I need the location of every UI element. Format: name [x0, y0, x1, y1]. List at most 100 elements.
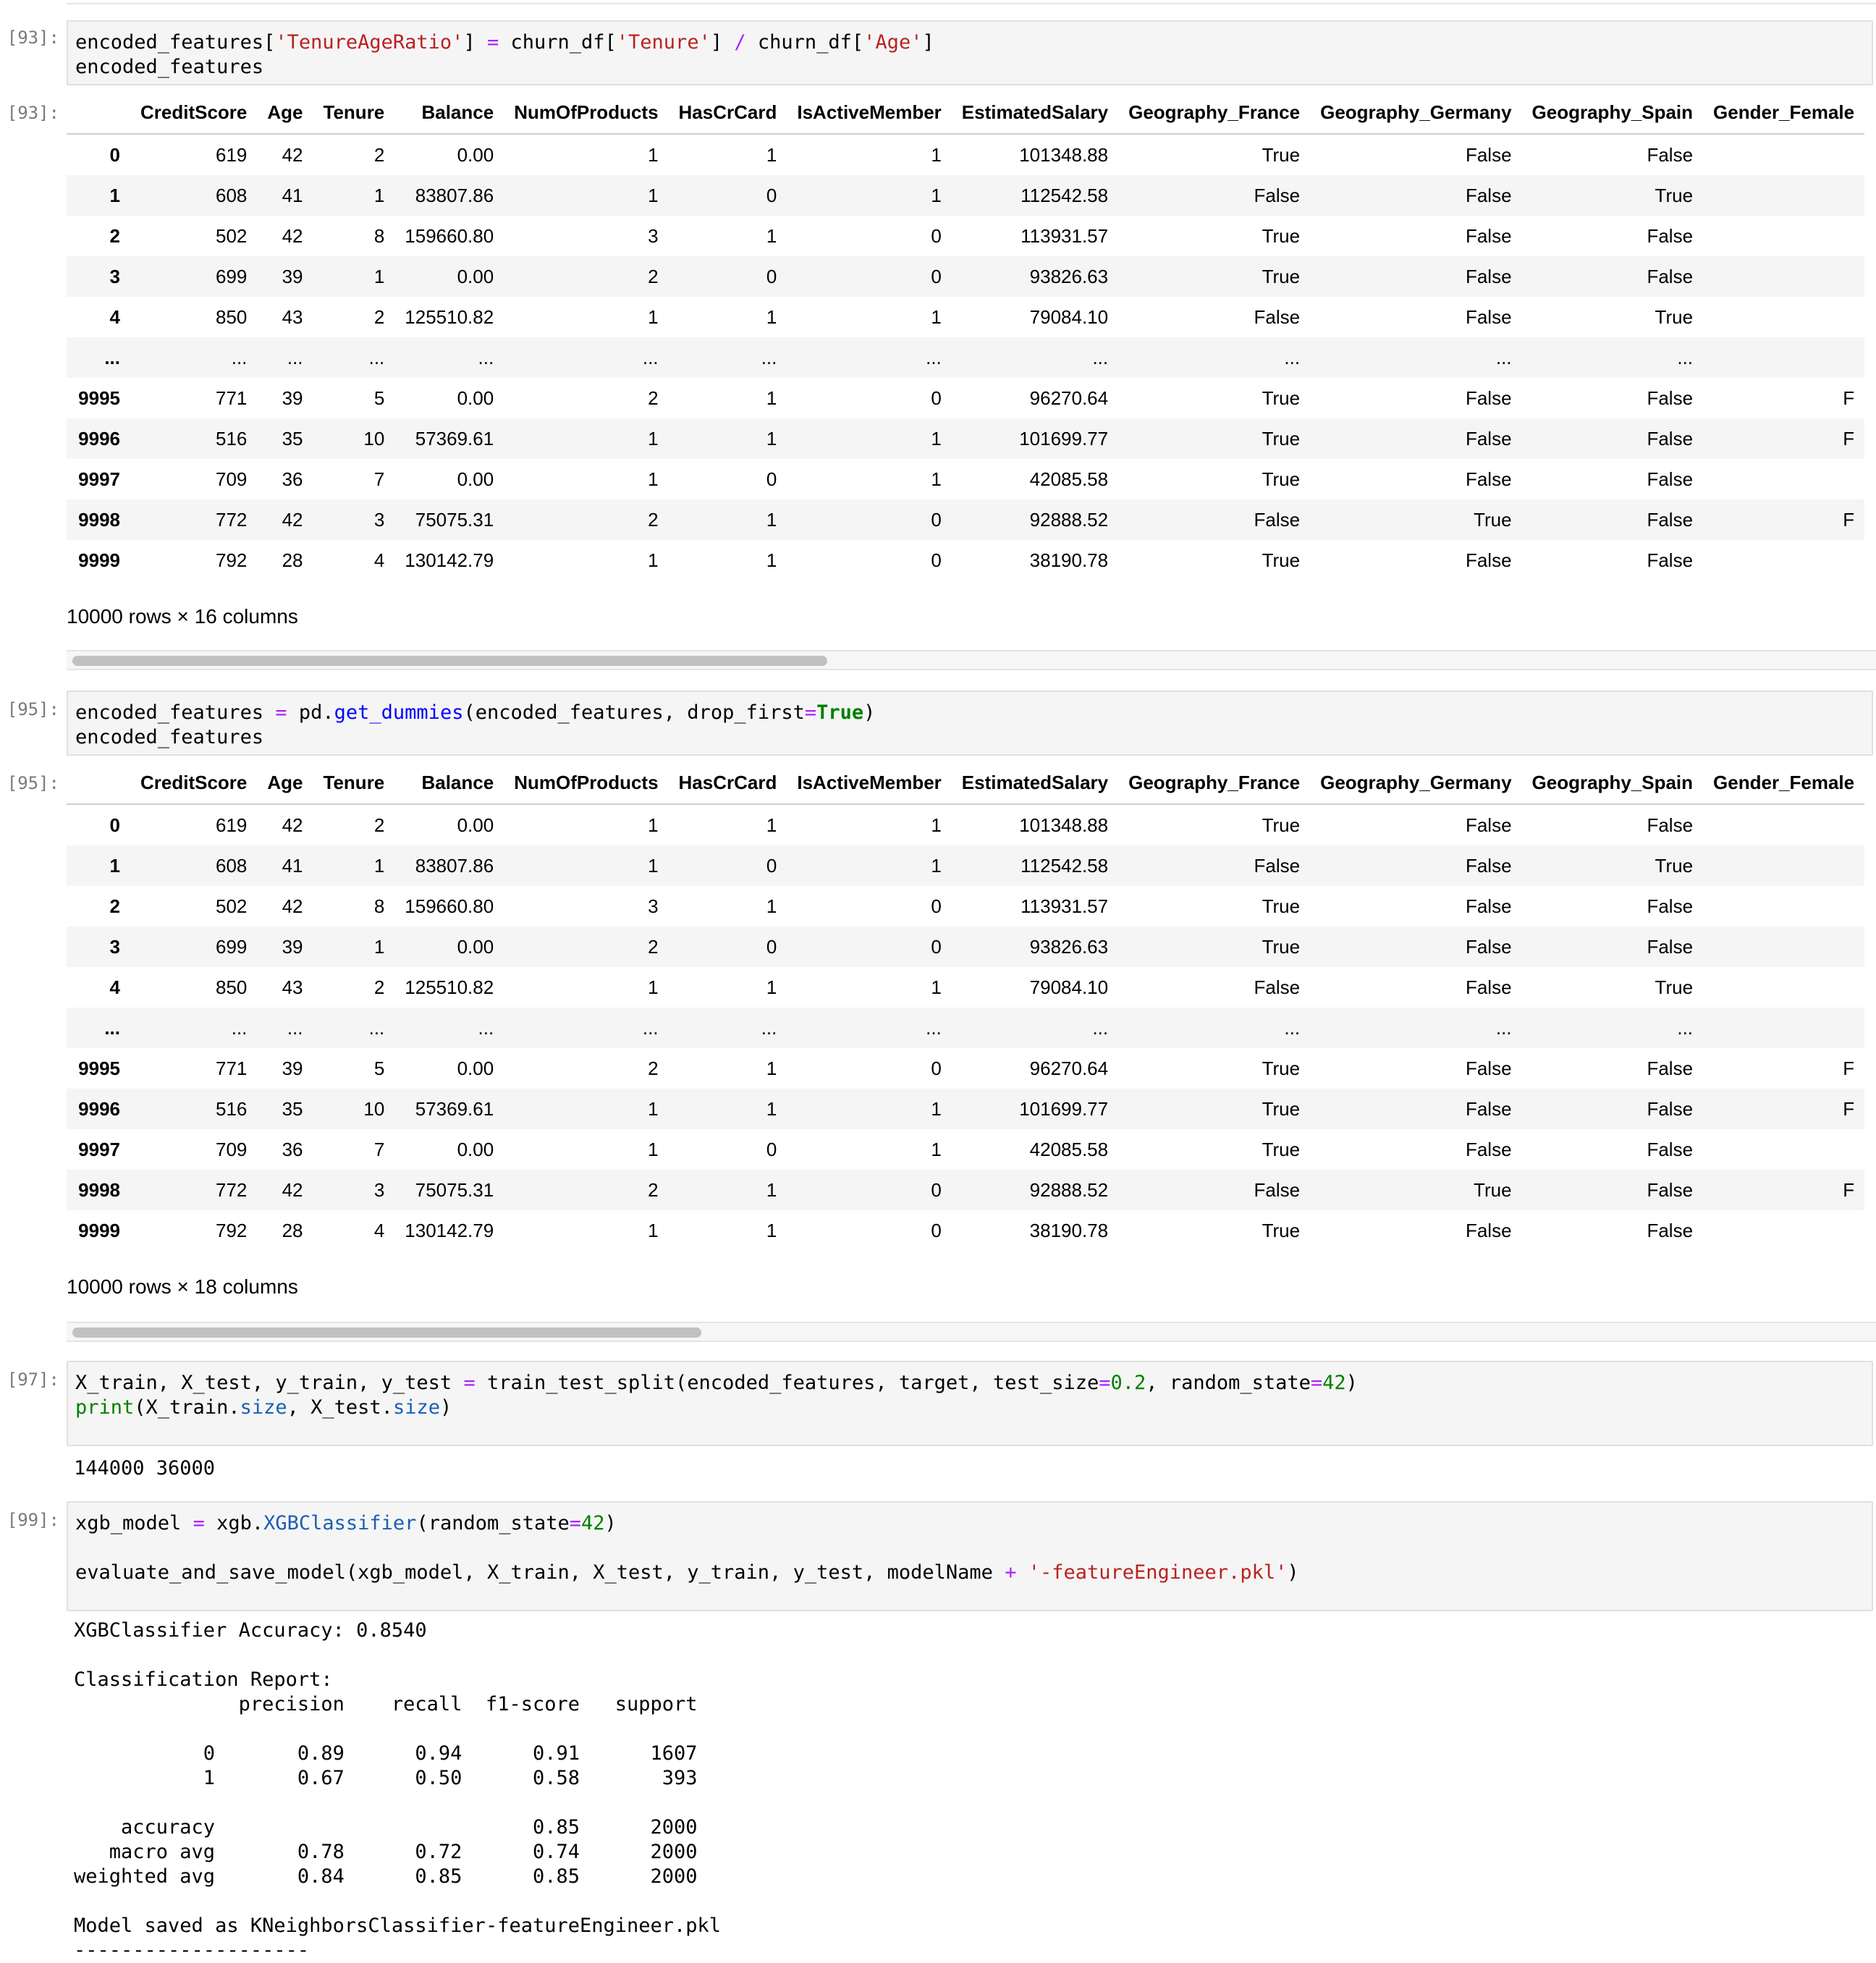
table-cell: 1 [766, 1057, 777, 1079]
column-header: CreditScore [130, 761, 258, 805]
table-cell: 1 [766, 1178, 777, 1201]
table-cell: ... [926, 1016, 942, 1039]
code-cell-93[interactable]: encoded_features['TenureAgeRatio'] = chu… [67, 20, 1873, 85]
table-row: 0 619 42 2 0.00 1 1 1 101348.88 True False False [67, 804, 1864, 845]
row-index: 9995 [78, 387, 120, 409]
table-row: 9997 709 36 7 0.00 1 0 1 42085.58 True False False [67, 1129, 1864, 1170]
table-cell: True [1262, 1138, 1301, 1160]
table-cell: 96270.64 [1029, 1057, 1109, 1079]
table-row: 9995 771 39 5 0.00 2 1 0 96270.64 True False False F [67, 378, 1864, 418]
table-cell [1703, 804, 1864, 845]
table-cell: ... [1677, 1016, 1694, 1039]
row-index: 0 [109, 814, 120, 836]
code-token: 42 [581, 1512, 605, 1534]
code-token: 42 [1322, 1372, 1346, 1394]
table-cell: 0 [766, 184, 777, 206]
table-cell: False [1465, 1097, 1512, 1120]
horizontal-scrollbar[interactable] [67, 650, 1876, 670]
code-token: , X_test. [287, 1396, 393, 1419]
table-cell: 0 [931, 1178, 942, 1201]
table-cell: ... [287, 1016, 303, 1039]
table-cell: False [1647, 508, 1694, 531]
table-cell: 2 [373, 976, 385, 998]
table-cell [1703, 926, 1864, 967]
table-cell: 41 [282, 184, 303, 206]
table-cell: False [1254, 854, 1301, 877]
scrollbar-thumb[interactable] [72, 1327, 701, 1338]
table-cell: 1 [931, 1138, 942, 1160]
top-divider [67, 3, 1876, 4]
table-cell: 502 [216, 895, 248, 917]
table-cell: 1 [648, 1138, 659, 1160]
row-index: 2 [109, 224, 120, 247]
table-cell: ... [1284, 346, 1301, 368]
table-cell: 608 [216, 184, 248, 206]
column-header: CreditScore [130, 91, 258, 135]
table-cell: 1 [931, 143, 942, 166]
table-cell: 1 [648, 143, 659, 166]
table-cell: 1 [766, 814, 777, 836]
table-cell: 159660.80 [405, 224, 494, 247]
code-token: = [804, 701, 817, 724]
table-cell: 43 [282, 976, 303, 998]
table-cell: 699 [216, 265, 248, 287]
code-token: ] [710, 31, 735, 54]
table-cell: 1 [648, 468, 659, 490]
table-row: 0 619 42 2 0.00 1 1 1 101348.88 True False False [67, 134, 1864, 175]
table-cell: False [1465, 1219, 1512, 1241]
code-token: pd. [287, 701, 334, 724]
code-cell-95[interactable]: encoded_features = pd.get_dummies(encode… [67, 691, 1873, 756]
row-index: 9995 [78, 1057, 120, 1079]
code-token: ] [463, 31, 487, 54]
table-cell: 28 [282, 549, 303, 571]
table-cell: ... [761, 1016, 777, 1039]
table-cell: 7 [373, 1138, 385, 1160]
table-cell: 1 [931, 468, 942, 490]
table-cell: 772 [216, 508, 248, 531]
table-cell: 0.00 [457, 468, 494, 490]
table-cell: 3 [373, 1178, 385, 1201]
table-cell: 0.00 [457, 387, 494, 409]
table-cell: 0 [931, 508, 942, 531]
column-header: HasCrCard [668, 761, 787, 805]
table-cell: False [1254, 508, 1301, 531]
table-cell: 42 [282, 508, 303, 531]
column-header: EstimatedSalary [951, 91, 1119, 135]
table-cell: 2 [648, 1057, 659, 1079]
code-token: xgb_model [75, 1512, 193, 1534]
table-row: 9998 772 42 3 75075.31 2 1 0 92888.52 False True Fa… [67, 499, 1865, 540]
column-header: EstimatedSalary [951, 761, 1119, 805]
code-cell-99[interactable]: xgb_model = xgb.XGBClassifier(random_sta… [67, 1501, 1873, 1611]
table-cell: 39 [282, 1057, 303, 1079]
table-cell: 5 [373, 387, 385, 409]
code-cell-97[interactable]: X_train, X_test, y_train, y_test = train… [67, 1361, 1873, 1446]
scrollbar-thumb[interactable] [72, 656, 827, 666]
table-cell: 0 [931, 224, 942, 247]
row-index: 9998 [78, 1178, 120, 1201]
code-editor[interactable]: encoded_features = pd.get_dummies(encode… [68, 692, 1872, 759]
code-editor[interactable]: encoded_features['TenureAgeRatio'] = chu… [68, 22, 1872, 88]
table-cell: False [1647, 1097, 1694, 1120]
table-cell: 4 [373, 1219, 385, 1241]
table-cell: ... [231, 1016, 248, 1039]
code-token: encoded_features[ [75, 31, 276, 54]
code-editor[interactable]: xgb_model = xgb.XGBClassifier(random_sta… [68, 1503, 1872, 1594]
code-token: = [569, 1512, 582, 1534]
table-cell: 3 [648, 224, 659, 247]
column-header: Tenure [313, 91, 395, 135]
table-row: 4 850 43 2 125510.82 1 1 1 79084.10 False False Tru… [67, 967, 1864, 1008]
table-cell: 1 [373, 265, 385, 287]
horizontal-scrollbar[interactable] [67, 1322, 1876, 1342]
code-token: (random_state [416, 1512, 570, 1534]
table-cell: False [1465, 549, 1512, 571]
table-cell: False [1647, 143, 1694, 166]
table-cell: False [1465, 305, 1512, 328]
dataframe-table: CreditScore Age Tenure Balance NumOfProducts… [67, 91, 1865, 581]
code-editor[interactable]: X_train, X_test, y_train, y_test = train… [68, 1362, 1872, 1429]
column-header: Geography_France [1118, 761, 1311, 805]
code-token: evaluate_and_save_model(xgb_model, X_tra… [75, 1561, 1005, 1584]
code-token: = [193, 1512, 205, 1534]
table-cell: 0.00 [457, 814, 494, 836]
table-cell: 1 [648, 549, 659, 571]
code-token: True [816, 701, 864, 724]
